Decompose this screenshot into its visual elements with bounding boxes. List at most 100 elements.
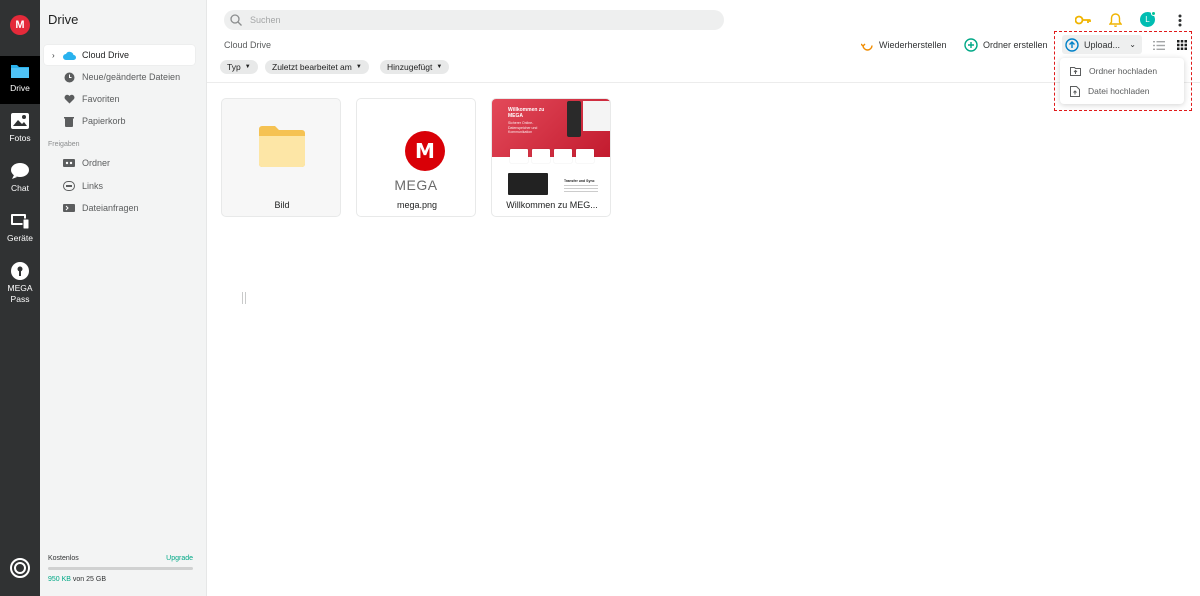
pdf-desktop-mockup	[508, 173, 548, 195]
create-folder-button[interactable]: Ordner erstellen	[964, 37, 1048, 53]
rail-item-label: Drive	[10, 83, 30, 93]
clock-icon	[62, 71, 76, 83]
filter-label: Zuletzt bearbeitet am	[272, 62, 352, 72]
sidebar-item-file-requests[interactable]: Dateianfragen	[44, 198, 195, 218]
sidebar-item-shared-folders[interactable]: Ordner	[44, 153, 195, 173]
restore-label: Wiederherstellen	[879, 40, 947, 50]
sidebar-item-links[interactable]: Links	[44, 176, 195, 196]
create-folder-label: Ordner erstellen	[983, 40, 1048, 50]
pdf-feature-cards	[510, 149, 594, 163]
sidebar-resize-handle[interactable]	[242, 292, 246, 304]
restore-icon	[861, 39, 874, 52]
upload-label: Upload...	[1084, 39, 1121, 50]
sidebar-item-label: Favoriten	[82, 94, 120, 104]
rail-item-label: Geräte	[7, 233, 33, 243]
pdf-text-lines	[564, 185, 598, 186]
folder-icon	[10, 61, 30, 81]
sidebar-item-label: Dateianfragen	[82, 203, 139, 213]
sidebar-title: Drive	[48, 12, 79, 27]
key-lock-icon	[10, 261, 30, 281]
filter-last-modified[interactable]: Zuletzt bearbeitet am ▼	[265, 60, 369, 74]
chevron-down-icon: ▼	[436, 64, 443, 70]
transfer-manager-icon[interactable]	[10, 558, 30, 578]
avatar-initial: L	[1145, 15, 1150, 24]
list-view-icon	[1153, 40, 1165, 50]
image-thumbnail: M MEGA	[357, 99, 475, 194]
search-bar[interactable]	[224, 10, 724, 30]
notification-bell-icon[interactable]	[1106, 11, 1124, 29]
avatar[interactable]: L	[1140, 11, 1156, 27]
filter-date-added[interactable]: Hinzugefügt ▼	[380, 60, 450, 74]
restore-button[interactable]: Wiederherstellen	[861, 37, 947, 53]
storage-plan: Kostenlos	[48, 555, 79, 562]
sidebar-item-label: Ordner	[82, 158, 111, 168]
mega-logo-icon[interactable]: M	[10, 15, 30, 35]
folder-icon	[259, 126, 305, 167]
breadcrumb[interactable]: Cloud Drive	[224, 40, 271, 50]
chevron-down-icon: ▼	[244, 64, 251, 70]
pdf-section-title: Transfer und Sync	[564, 179, 595, 183]
storage-total: von 25 GB	[70, 576, 106, 583]
file-tile-pdf[interactable]: Willkommen zu MEGA Sicherer Online-Daten…	[491, 98, 611, 217]
search-input[interactable]	[250, 15, 710, 25]
file-name: Bild	[274, 200, 290, 210]
filter-type[interactable]: Typ ▼	[220, 60, 258, 74]
pdf-cover-subtitle: Sicherer Online-Datenspeicher und Kommun…	[508, 121, 538, 134]
upload-button[interactable]: Upload... ⌄	[1062, 35, 1142, 54]
file-request-icon	[62, 202, 76, 214]
rail-item-drive[interactable]: Drive	[0, 56, 40, 104]
file-tile-image[interactable]: M MEGA mega.png	[356, 98, 476, 217]
chat-icon	[10, 161, 30, 181]
storage-bar	[48, 567, 193, 570]
pdf-thumbnail: Willkommen zu MEGA Sicherer Online-Daten…	[492, 99, 610, 195]
upload-folder-option[interactable]: Ordner hochladen	[1060, 61, 1184, 81]
rail-item-label: Fotos	[9, 133, 31, 143]
more-vertical-icon[interactable]	[1171, 11, 1189, 29]
pdf-cover-title: Willkommen zu MEGA	[508, 107, 545, 119]
storage-used-value: 950 KB	[48, 576, 71, 583]
heart-icon	[62, 93, 76, 105]
key-icon[interactable]	[1074, 11, 1092, 29]
file-upload-icon	[1070, 85, 1080, 97]
rail-item-devices[interactable]: Geräte	[0, 206, 40, 254]
app-rail: M Drive Fotos Chat Geräte MEGA Pass	[0, 0, 40, 596]
shared-folder-icon	[62, 157, 76, 169]
sidebar-item-cloud-drive[interactable]: › Cloud Drive	[44, 45, 195, 65]
plus-circle-icon	[964, 38, 978, 52]
grid-view-button[interactable]	[1174, 37, 1190, 53]
sidebar-item-label: Neue/geänderte Dateien	[82, 72, 181, 82]
file-name: Willkommen zu MEG...	[506, 200, 598, 210]
devices-icon	[10, 211, 30, 231]
list-view-button[interactable]	[1151, 37, 1167, 53]
pdf-app-mockup	[583, 101, 610, 131]
sidebar-item-favourites[interactable]: Favoriten	[44, 89, 195, 109]
sidebar-item-trash[interactable]: Papierkorb	[44, 111, 195, 131]
mega-wordmark: MEGA	[394, 177, 438, 193]
sidebar-item-label: Links	[82, 181, 104, 191]
storage-widget: Kostenlos Upgrade 950 KB von 25 GB	[48, 555, 193, 583]
rail-item-chat[interactable]: Chat	[0, 156, 40, 204]
cloud-icon	[62, 49, 76, 61]
sidebar-item-recents[interactable]: Neue/geänderte Dateien	[44, 67, 195, 87]
search-icon	[230, 14, 242, 26]
upgrade-link[interactable]: Upgrade	[166, 555, 193, 562]
trash-icon	[62, 115, 76, 127]
rail-item-label: Chat	[11, 183, 29, 193]
chevron-down-icon: ⌄	[1129, 40, 1136, 49]
rail-item-photos[interactable]: Fotos	[0, 106, 40, 154]
sidebar-item-label: Cloud Drive	[82, 50, 130, 60]
filter-label: Typ	[227, 62, 241, 72]
upload-arrow-icon	[1065, 37, 1079, 52]
folder-thumbnail	[222, 99, 340, 194]
upload-menu: Ordner hochladen Datei hochladen	[1060, 58, 1184, 104]
upload-folder-label: Ordner hochladen	[1089, 66, 1158, 76]
upload-file-option[interactable]: Datei hochladen	[1060, 81, 1184, 101]
rail-item-mega-pass[interactable]: MEGA Pass	[0, 256, 40, 308]
file-tile-folder[interactable]: Bild	[221, 98, 341, 217]
mega-brand-icon: M	[405, 131, 445, 171]
sidebar-item-label: Papierkorb	[82, 116, 126, 126]
file-name: mega.png	[396, 200, 438, 210]
chevron-right-icon[interactable]: ›	[52, 51, 60, 60]
grid-view-icon	[1177, 40, 1187, 50]
sidebar: Drive › Cloud Drive Neue/geänderte Datei…	[40, 0, 246, 596]
